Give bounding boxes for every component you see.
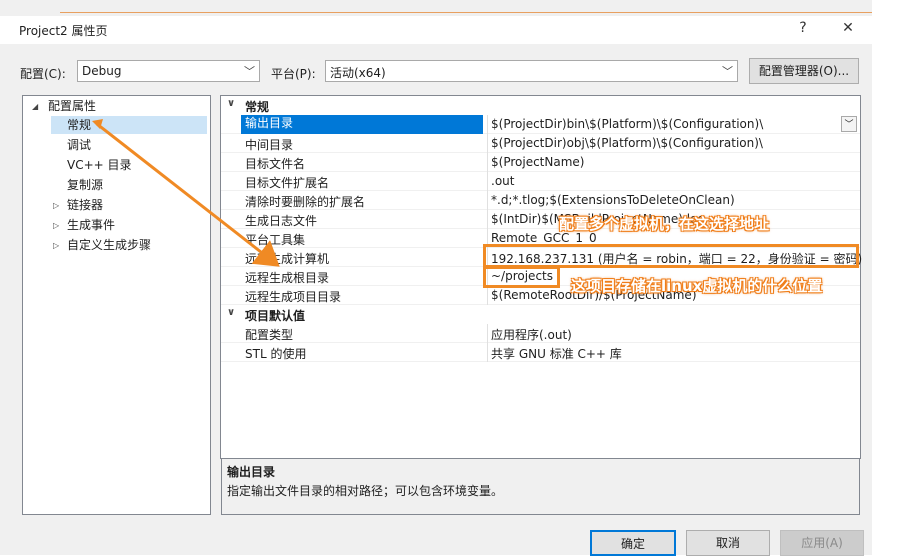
highlight-box-remote-machine [483,244,859,268]
annotation-remote-root: 这项目存储在linux虚拟机的什么位置 [571,277,823,295]
highlight-box-remote-root [483,266,560,288]
annotation-remote-machine: 配置多个虚拟机，在这选择地址 [559,215,770,233]
